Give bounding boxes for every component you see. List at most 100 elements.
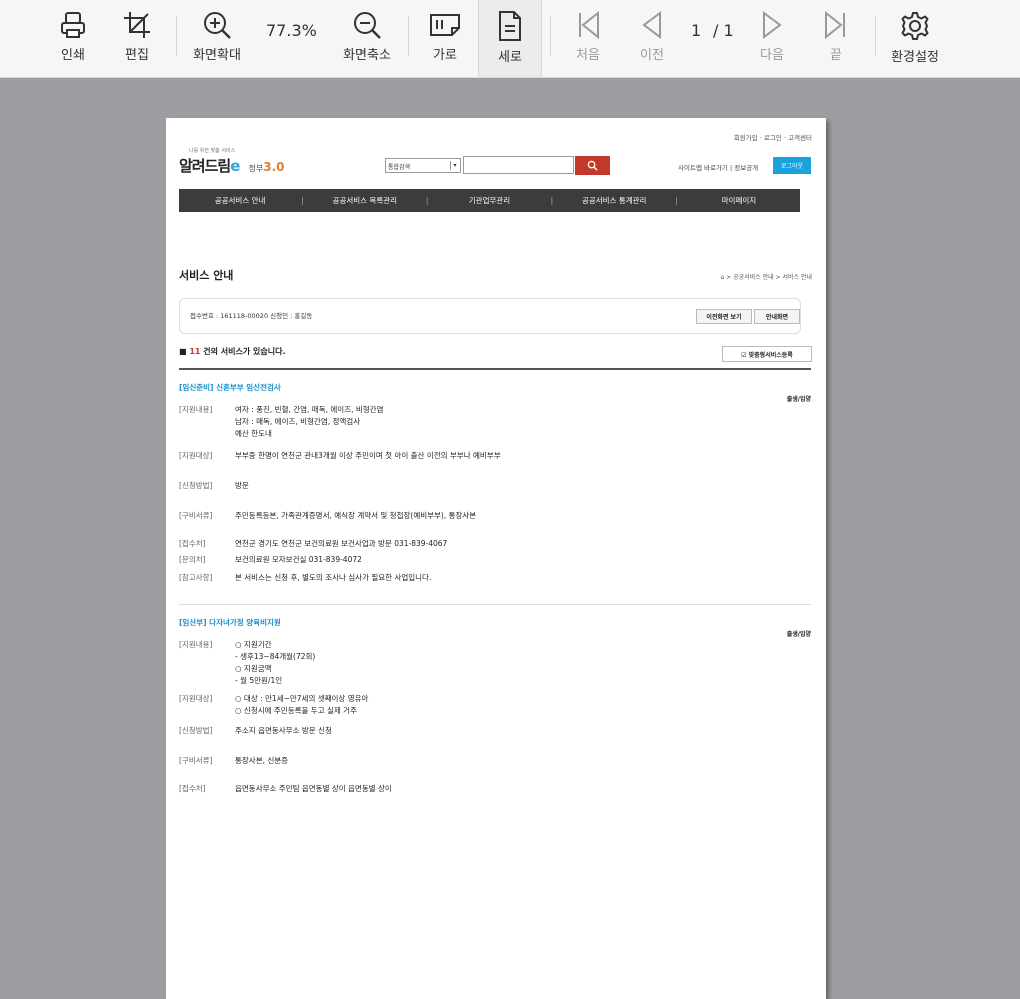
edit-label: 편집 <box>125 48 149 63</box>
first-page-button[interactable]: 처음 <box>566 0 610 77</box>
request-info-box: 접수번호 : 161118-00020 신청인 : 홍길동 이전화면 보기 안내… <box>179 298 801 334</box>
row-key: [신청방법] <box>179 481 213 490</box>
edit-button[interactable]: 편집 <box>112 0 162 77</box>
row-value: 연천군 경기도 연천군 보건의료원 보건사업과 방문 031-839-4067 <box>235 539 448 548</box>
row-key: [접수처] <box>179 784 206 793</box>
landscape-label: 가로 <box>433 48 457 63</box>
printer-icon <box>61 12 85 38</box>
row-key: [참고사항] <box>179 573 213 582</box>
request-info: 접수번호 : 161118-00020 신청인 : 홍길동 <box>190 312 313 320</box>
zoom-in-icon <box>204 12 231 39</box>
portrait-page-icon <box>499 11 521 41</box>
zoom-out-icon <box>354 12 381 39</box>
landscape-page-icon <box>430 14 460 36</box>
row-key: [지원대상] <box>179 694 213 703</box>
portrait-button[interactable]: 세로 <box>478 0 542 77</box>
row-value: 주소지 읍면동사무소 방문 신청 <box>235 726 332 735</box>
register-service-button[interactable]: ☑ 맞춤형서비스등록 <box>722 346 812 362</box>
row-key: [지원내용] <box>179 405 213 414</box>
search-select-value: 통합검색 <box>388 164 411 171</box>
gear-icon <box>901 12 929 40</box>
util-links[interactable]: 사이트맵 바로가기 | 정보공개 <box>678 162 758 172</box>
viewer-toolbar: 인쇄 편집 화면확대 77.3% 화면축소 가로 세로 처음 이전 1 / 1 … <box>0 0 1020 78</box>
chevron-down-icon: ▾ <box>450 161 459 170</box>
nav-item[interactable]: 공공서비스 목록관리 <box>304 195 426 206</box>
crop-icon <box>124 12 150 38</box>
logo-tagline: 나를 위한 맞춤 서비스 <box>189 148 236 154</box>
section-rule <box>179 368 811 370</box>
first-page-label: 처음 <box>576 48 600 63</box>
row-key: [문의처] <box>179 555 206 564</box>
row-value: 방문 <box>235 481 249 490</box>
nav-item[interactable]: 공공서비스 안내 <box>179 195 301 206</box>
row-key: [신청방법] <box>179 726 213 735</box>
service-item: [임산부] 다자녀가정 양육비지원 출생/입양 [지원내용] ○ 지원기간 - 생… <box>179 617 811 807</box>
service-title[interactable]: [임신준비] 신혼부부 임신전검사 <box>179 382 811 393</box>
row-value: 여자 : 풍진, 빈혈, 간염, 매독, 에이즈, 비형간염 남자 : 매독, … <box>235 405 384 438</box>
back-button[interactable]: 이전화면 보기 <box>696 309 752 324</box>
row-value: 보건의료원 모자보건실 031-839-4072 <box>235 555 362 564</box>
toolbar-divider <box>408 16 409 56</box>
toolbar-divider <box>550 16 551 56</box>
nav-item[interactable]: 마이페이지 <box>678 195 800 206</box>
service-category: 출생/입양 <box>786 631 811 638</box>
zoom-out-label: 화면축소 <box>343 48 391 63</box>
settings-button[interactable]: 환경설정 <box>886 0 944 77</box>
site-search: 통합검색 ▾ <box>385 156 611 176</box>
logo-version: 3.0 <box>263 160 285 174</box>
page-title: 서비스 안내 <box>179 269 234 282</box>
search-select[interactable]: 통합검색 ▾ <box>385 158 461 173</box>
nav-item[interactable]: 공공서비스 통계관리 <box>553 195 675 206</box>
toolbar-divider <box>176 16 177 56</box>
last-page-label: 끝 <box>830 48 842 63</box>
row-value: 부부중 한명이 연천군 관내3개월 이상 주민이며 첫 아이 출산 이전의 부부… <box>235 451 501 460</box>
zoom-out-button[interactable]: 화면축소 <box>340 0 394 77</box>
first-page-icon <box>579 10 599 40</box>
row-key: [구비서류] <box>179 511 213 520</box>
prev-page-button[interactable]: 이전 <box>630 0 674 77</box>
row-key: [지원대상] <box>179 451 213 460</box>
count-suffix: 건의 서비스가 있습니다. <box>200 347 286 356</box>
row-key: [접수처] <box>179 539 206 548</box>
row-value: 본 서비스는 신청 후, 별도의 조사나 심사가 필요한 사업입니다. <box>235 573 432 582</box>
search-input[interactable] <box>463 156 574 174</box>
site-logo: 나를 위한 맞춤 서비스 알려드림e 정부3.0 <box>179 148 285 176</box>
service-title[interactable]: [임산부] 다자녀가정 양육비지원 <box>179 617 811 628</box>
print-button[interactable]: 인쇄 <box>48 0 98 77</box>
page-total: / 1 <box>713 21 734 40</box>
portrait-label: 세로 <box>498 50 522 65</box>
top-links: 회원가입 · 로그인 · 고객센터 <box>733 134 812 142</box>
row-value: 주민등록등본, 가족관계증명서, 예식장 계약서 및 청첩장(예비부부), 통장… <box>235 511 477 520</box>
page-current[interactable]: 1 <box>691 21 701 40</box>
breadcrumb: ⌂ > 공공서비스 안내 > 서비스 안내 <box>720 274 812 281</box>
landscape-button[interactable]: 가로 <box>420 0 470 77</box>
zoom-in-label: 화면확대 <box>193 48 241 63</box>
row-value: 통장사본, 신분증 <box>235 756 289 765</box>
nav-item[interactable]: 기관업무관리 <box>428 195 550 206</box>
document-page: 회원가입 · 로그인 · 고객센터 나를 위한 맞춤 서비스 알려드림e 정부3… <box>166 118 826 999</box>
zoom-in-button[interactable]: 화면확대 <box>190 0 244 77</box>
service-category: 출생/입양 <box>786 396 811 403</box>
toolbar-divider <box>875 16 876 56</box>
prev-page-icon <box>642 11 661 39</box>
last-page-icon <box>825 10 845 40</box>
search-icon <box>587 160 598 171</box>
last-page-button[interactable]: 끝 <box>814 0 858 77</box>
next-page-button[interactable]: 다음 <box>750 0 794 77</box>
zoom-level[interactable]: 77.3% <box>266 21 317 40</box>
next-page-label: 다음 <box>760 48 784 63</box>
row-key: [구비서류] <box>179 756 213 765</box>
guide-button[interactable]: 안내화면 <box>754 309 800 324</box>
logo-gov: 정부 <box>248 164 264 173</box>
row-key: [지원내용] <box>179 640 213 649</box>
result-count: ■ 11 건의 서비스가 있습니다. <box>179 346 285 357</box>
logout-button[interactable]: 로그아웃 <box>773 157 811 174</box>
search-button[interactable] <box>575 156 610 175</box>
logo-e: e <box>230 157 240 175</box>
main-nav: 공공서비스 안내 | 공공서비스 목록관리 | 기관업무관리 | 공공서비스 통계관리… <box>179 189 800 212</box>
settings-label: 환경설정 <box>891 50 939 65</box>
service-item: [임신준비] 신혼부부 임신전검사 출생/입양 [지원내용] 여자 : 풍진, 빈… <box>179 382 811 602</box>
row-value: 읍면동사무소 주민팀 읍면동별 상이 읍면동별 상이 <box>235 784 392 793</box>
service-divider <box>179 604 811 605</box>
next-page-icon <box>763 11 782 39</box>
